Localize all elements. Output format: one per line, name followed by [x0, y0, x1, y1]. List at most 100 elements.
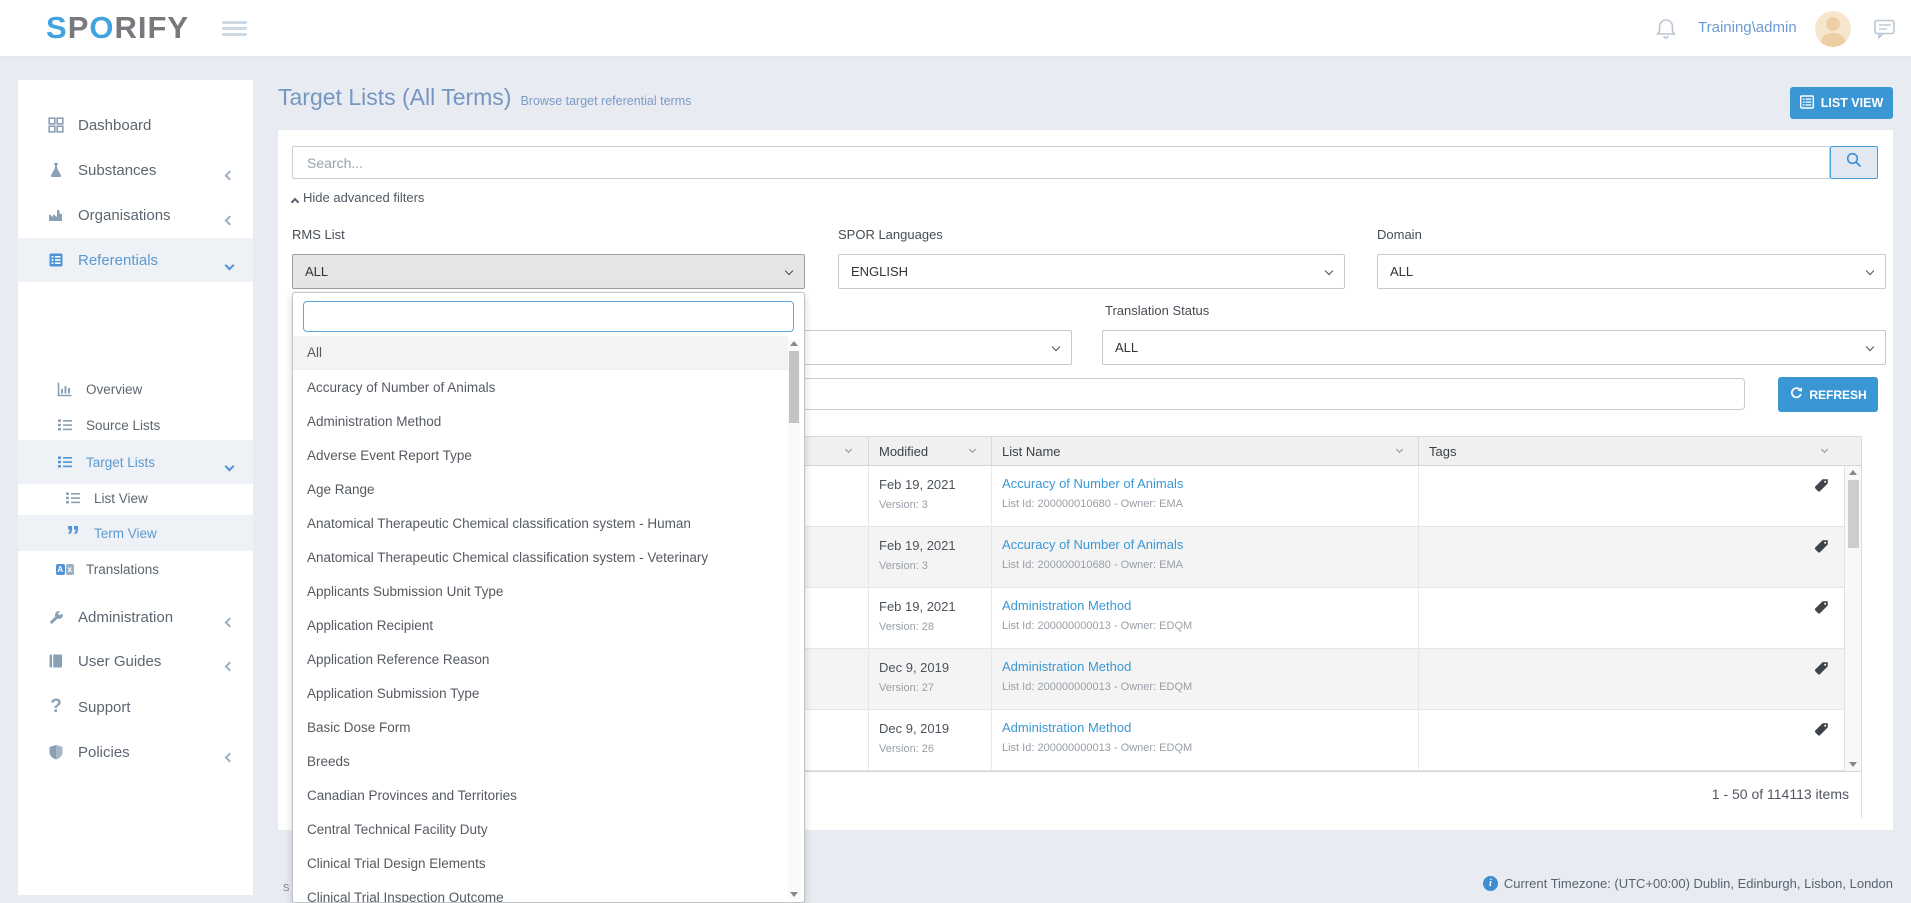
column-header-modified[interactable]: Modified — [868, 437, 991, 466]
sidebar-item-organisations[interactable]: Organisations — [18, 193, 253, 237]
avatar[interactable] — [1815, 11, 1851, 47]
sidebar-item-label: Referentials — [78, 252, 158, 269]
sidebar-item-overview[interactable]: Overview — [18, 371, 253, 407]
search-input[interactable] — [292, 146, 1830, 179]
scrollbar-thumb[interactable] — [789, 351, 799, 423]
list-meta: List Id: 200000000013 - Owner: EDQM — [1002, 620, 1192, 632]
scroll-up-icon[interactable] — [1849, 470, 1857, 475]
spor-languages-select[interactable]: ENGLISH — [838, 254, 1345, 289]
chevron-left-icon — [226, 166, 233, 183]
dropdown-item[interactable]: Application Submission Type — [293, 676, 788, 710]
info-icon: i — [1483, 876, 1498, 891]
dropdown-item[interactable]: Age Range — [293, 472, 788, 506]
sidebar-item-referentials[interactable]: Referentials — [18, 238, 253, 282]
dropdown-item[interactable]: Clinical Trial Design Elements — [293, 846, 788, 880]
list-meta: List Id: 200000010680 - Owner: EMA — [1002, 498, 1183, 510]
scroll-down-icon[interactable] — [1849, 762, 1857, 767]
sidebar-item-translations[interactable]: Ax Translations — [18, 551, 253, 587]
list-icon — [64, 490, 82, 506]
list-meta: List Id: 200000000013 - Owner: EDQM — [1002, 742, 1192, 754]
dropdown-item[interactable]: Administration Method — [293, 404, 788, 438]
column-header-tags[interactable]: Tags — [1418, 437, 1844, 466]
dropdown-scrollbar[interactable] — [788, 339, 800, 899]
chevron-down-icon — [1325, 267, 1333, 275]
chat-icon[interactable] — [1874, 19, 1896, 44]
sporify-logo[interactable]: SPORIFY — [46, 10, 189, 46]
search-icon — [1845, 151, 1863, 174]
chevron-down-icon — [1866, 267, 1874, 275]
dropdown-item[interactable]: Adverse Event Report Type — [293, 438, 788, 472]
sort-chevron-icon — [969, 446, 976, 453]
translation-status-select[interactable]: ALL — [1102, 330, 1886, 365]
chevron-left-icon — [226, 748, 233, 765]
bell-icon[interactable] — [1655, 17, 1677, 46]
tag-icon[interactable] — [1813, 538, 1830, 560]
rms-list-select[interactable]: ALL — [292, 254, 805, 289]
scroll-down-icon[interactable] — [790, 892, 798, 897]
sidebar-item-label: Organisations — [78, 207, 171, 224]
scrollbar-thumb[interactable] — [1848, 480, 1859, 548]
dropdown-item[interactable]: Central Technical Facility Duty — [293, 812, 788, 846]
sort-chevron-icon — [1821, 446, 1828, 453]
list-view-label: LIST VIEW — [1821, 96, 1884, 110]
username-menu[interactable]: Training\admin — [1698, 19, 1797, 36]
dropdown-item[interactable]: Breeds — [293, 744, 788, 778]
dropdown-search-input[interactable] — [303, 301, 794, 332]
sidebar-item-substances[interactable]: Substances — [18, 148, 253, 192]
dropdown-item[interactable]: Anatomical Therapeutic Chemical classifi… — [293, 506, 788, 540]
sidebar-item-policies[interactable]: Policies — [18, 730, 253, 774]
tag-icon[interactable] — [1813, 721, 1830, 743]
bar-chart-icon — [56, 381, 74, 397]
dropdown-item[interactable]: Application Reference Reason — [293, 642, 788, 676]
chevron-left-icon — [226, 657, 233, 674]
sidebar-item-source-lists[interactable]: Source Lists — [18, 407, 253, 443]
logo-letter: P — [68, 10, 90, 45]
sidebar-item-user-guides[interactable]: User Guides — [18, 639, 253, 683]
modified-date: Dec 9, 2019 — [879, 660, 949, 675]
dropdown-items: All Accuracy of Number of Animals Admini… — [293, 336, 804, 903]
sidebar-item-term-view[interactable]: ” Term View — [18, 515, 253, 551]
hamburger-menu-icon[interactable] — [222, 21, 247, 36]
refresh-button[interactable]: REFRESH — [1778, 377, 1878, 412]
tag-icon[interactable] — [1813, 660, 1830, 682]
dropdown-item[interactable]: Basic Dose Form — [293, 710, 788, 744]
sidebar-item-support[interactable]: ? Support — [18, 685, 253, 729]
domain-select[interactable]: ALL — [1377, 254, 1886, 289]
list-meta: List Id: 200000000013 - Owner: EDQM — [1002, 681, 1192, 693]
dropdown-item[interactable]: Anatomical Therapeutic Chemical classifi… — [293, 540, 788, 574]
column-header-list-name[interactable]: List Name — [991, 437, 1418, 466]
dropdown-item[interactable]: Accuracy of Number of Animals — [293, 370, 788, 404]
list-view-button[interactable]: LIST VIEW — [1790, 87, 1893, 119]
rms-list-dropdown-panel: All Accuracy of Number of Animals Admini… — [292, 292, 805, 903]
chevron-down-icon — [226, 458, 233, 473]
scroll-up-icon[interactable] — [790, 341, 798, 346]
list-name-link[interactable]: Administration Method — [1002, 598, 1131, 613]
dropdown-item[interactable]: Canadian Provinces and Territories — [293, 778, 788, 812]
book-icon — [46, 653, 66, 669]
list-name-link[interactable]: Accuracy of Number of Animals — [1002, 476, 1183, 491]
search-button[interactable] — [1830, 146, 1878, 179]
sidebar-item-administration[interactable]: Administration — [18, 595, 253, 639]
sidebar: Dashboard Substances Organisations Refer… — [18, 80, 253, 895]
sidebar-item-target-lists[interactable]: Target Lists — [18, 440, 253, 484]
table-scrollbar[interactable] — [1844, 466, 1861, 771]
dropdown-item[interactable]: All — [293, 336, 788, 370]
dropdown-item[interactable]: Applicants Submission Unit Type — [293, 574, 788, 608]
sidebar-item-list-view[interactable]: List View — [18, 480, 253, 516]
translate-icon: Ax — [56, 564, 74, 575]
sort-chevron-icon — [1396, 446, 1403, 453]
sidebar-item-label: Translations — [86, 562, 159, 577]
list-name-link[interactable]: Accuracy of Number of Animals — [1002, 537, 1183, 552]
dropdown-item[interactable]: Clinical Trial Inspection Outcome — [293, 880, 788, 903]
sidebar-item-dashboard[interactable]: Dashboard — [18, 103, 253, 147]
question-icon: ? — [46, 696, 66, 718]
list-name-link[interactable]: Administration Method — [1002, 659, 1131, 674]
tag-icon[interactable] — [1813, 599, 1830, 621]
hide-advanced-filters-link[interactable]: Hide advanced filters — [292, 190, 424, 205]
list-detail-icon — [46, 252, 66, 268]
chevron-down-icon — [226, 256, 233, 273]
version-label: Version: 3 — [879, 560, 928, 572]
tag-icon[interactable] — [1813, 477, 1830, 499]
dropdown-item[interactable]: Application Recipient — [293, 608, 788, 642]
list-name-link[interactable]: Administration Method — [1002, 720, 1131, 735]
